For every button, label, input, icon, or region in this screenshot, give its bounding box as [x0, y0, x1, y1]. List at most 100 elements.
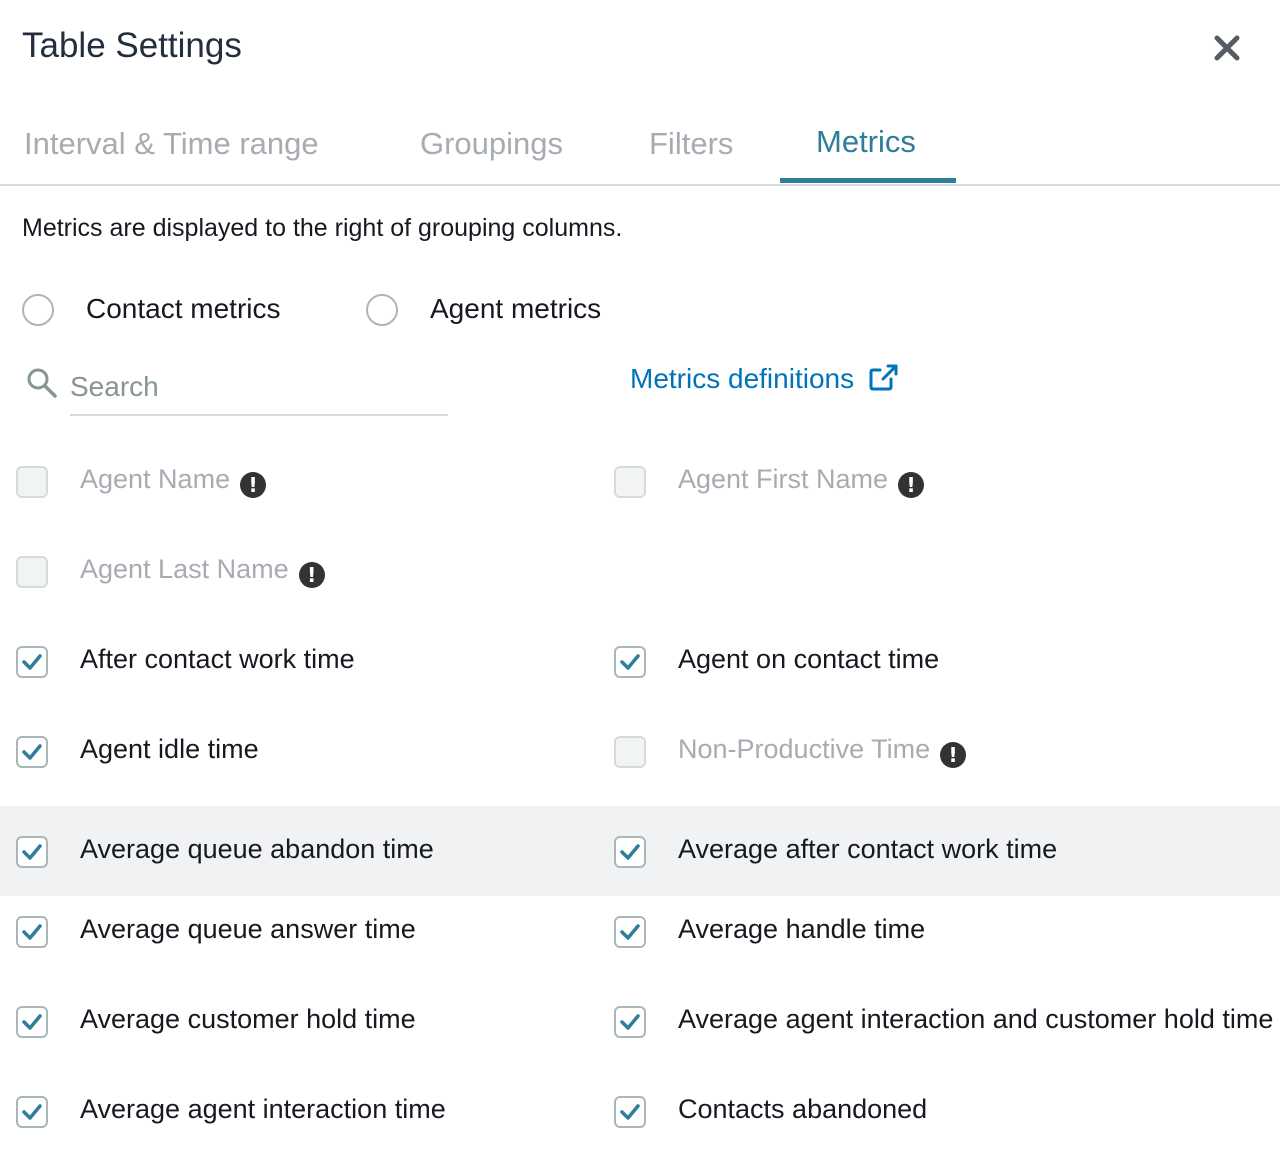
checkmark-icon — [620, 1104, 640, 1120]
tab-filters[interactable]: Filters — [649, 126, 733, 162]
metric-label[interactable]: Average agent interaction and customer h… — [678, 1004, 1273, 1035]
tab-metrics[interactable]: Metrics — [816, 124, 916, 160]
tab-groupings[interactable]: Groupings — [420, 126, 563, 162]
metric-label-text: Average after contact work time — [678, 834, 1058, 864]
metric-checkbox[interactable] — [614, 836, 646, 868]
metrics-row: Average customer hold time Average agent … — [0, 976, 1280, 1066]
metric-item: Average after contact work time — [614, 806, 1280, 896]
metric-checkbox[interactable] — [16, 646, 48, 678]
metric-label-text: Agent idle time — [80, 734, 259, 764]
metric-item: Average agent interaction time — [16, 1066, 606, 1156]
metric-checkbox[interactable] — [16, 1006, 48, 1038]
checkmark-icon — [22, 844, 42, 860]
contact-metrics-radio[interactable] — [22, 294, 54, 326]
search-icon — [27, 368, 57, 398]
metric-label-text: Average queue abandon time — [80, 834, 434, 864]
active-tab-indicator — [780, 178, 956, 183]
metric-item: Agent on contact time — [614, 616, 1280, 706]
metric-label-text: After contact work time — [80, 644, 355, 674]
metric-label[interactable]: After contact work time — [80, 644, 355, 675]
metric-label-text: Contacts abandoned — [678, 1094, 928, 1124]
warning-icon[interactable]: ! — [898, 472, 925, 498]
metric-label-text: Agent on contact time — [678, 644, 940, 674]
metric-label: Agent Name! — [80, 464, 267, 498]
metric-checkbox[interactable] — [614, 916, 646, 948]
metrics-row: Average queue answer time Average handle … — [0, 886, 1280, 976]
metric-checkbox[interactable] — [614, 646, 646, 678]
metric-label-text: Average agent interaction and customer h… — [678, 1004, 1274, 1034]
metric-item: Average handle time — [614, 886, 1280, 976]
checkmark-icon — [620, 844, 640, 860]
metric-item: Average agent interaction and customer h… — [614, 976, 1280, 1066]
metrics-row: Average agent interaction time Contacts a… — [0, 1066, 1280, 1156]
metric-item: Average customer hold time — [16, 976, 606, 1066]
metric-label[interactable]: Contacts abandoned — [678, 1094, 927, 1125]
metrics-definitions-link[interactable]: Metrics definitions — [630, 363, 898, 395]
checkmark-icon — [22, 654, 42, 670]
metric-checkbox[interactable] — [16, 1096, 48, 1128]
metric-checkbox — [614, 466, 646, 498]
metrics-definitions-label: Metrics definitions — [630, 363, 855, 394]
metric-label-text: Agent First Name — [678, 464, 889, 494]
metric-item: Non-Productive Time! — [614, 706, 1280, 796]
metric-label-text: Average agent interaction time — [80, 1094, 446, 1124]
metric-checkbox[interactable] — [16, 736, 48, 768]
checkmark-icon — [22, 744, 42, 760]
checkmark-icon — [620, 654, 640, 670]
metric-label[interactable]: Average handle time — [678, 914, 925, 945]
metric-label[interactable]: Agent on contact time — [678, 644, 939, 675]
warning-icon[interactable]: ! — [240, 472, 267, 498]
metric-item: Agent First Name! — [614, 436, 1280, 526]
metric-checkbox — [16, 556, 48, 588]
metric-item: After contact work time — [16, 616, 606, 706]
modal-title: Table Settings — [22, 26, 242, 65]
agent-metrics-label[interactable]: Agent metrics — [430, 293, 601, 325]
metric-item: Contacts abandoned — [614, 1066, 1280, 1156]
metric-item: Average queue answer time — [16, 886, 606, 976]
metric-item: Agent Name! — [16, 436, 606, 526]
close-icon — [1214, 35, 1240, 61]
checkmark-icon — [22, 1014, 42, 1030]
tab-interval-time-range[interactable]: Interval & Time range — [24, 126, 319, 162]
metric-item: Agent idle time — [16, 706, 606, 796]
metric-label[interactable]: Average after contact work time — [678, 834, 1057, 865]
search-input[interactable] — [70, 360, 448, 416]
metric-label-text: Average queue answer time — [80, 914, 416, 944]
metrics-row: Agent idle time Non-Productive Time! — [0, 706, 1280, 796]
metric-label[interactable]: Average queue abandon time — [80, 834, 434, 865]
metric-item: Agent Last Name! — [16, 526, 606, 616]
metrics-description: Metrics are displayed to the right of gr… — [22, 214, 623, 242]
metric-checkbox[interactable] — [16, 916, 48, 948]
close-button[interactable] — [1212, 30, 1242, 64]
metric-checkbox — [614, 736, 646, 768]
metric-label-text: Average customer hold time — [80, 1004, 416, 1034]
metrics-row: Average queue abandon time Average after … — [0, 806, 1280, 896]
checkmark-icon — [22, 1104, 42, 1120]
contact-metrics-label[interactable]: Contact metrics — [86, 293, 281, 325]
warning-icon[interactable]: ! — [940, 742, 967, 768]
metric-item: Average queue abandon time — [16, 806, 606, 896]
metrics-row: Agent Name! Agent First Name! — [0, 436, 1280, 526]
metric-label-text: Agent Last Name — [80, 554, 289, 584]
metric-checkbox[interactable] — [16, 836, 48, 868]
metric-label-text: Average handle time — [678, 914, 926, 944]
metric-label: Agent Last Name! — [80, 554, 325, 588]
warning-icon[interactable]: ! — [298, 562, 325, 588]
agent-metrics-radio[interactable] — [366, 294, 398, 326]
metric-label[interactable]: Average agent interaction time — [80, 1094, 446, 1125]
checkmark-icon — [22, 924, 42, 940]
external-link-icon — [869, 364, 898, 391]
metric-checkbox[interactable] — [614, 1096, 646, 1128]
metric-checkbox[interactable] — [614, 1006, 646, 1038]
checkmark-icon — [620, 924, 640, 940]
metric-label: Agent First Name! — [678, 464, 925, 498]
metric-label[interactable]: Agent idle time — [80, 734, 259, 765]
metric-label-text: Non-Productive Time — [678, 734, 931, 764]
checkmark-icon — [620, 1014, 640, 1030]
metrics-row: Agent Last Name! — [0, 526, 1280, 616]
metrics-row: After contact work time Agent on contact … — [0, 616, 1280, 706]
metric-label-text: Agent Name — [80, 464, 231, 494]
metric-label[interactable]: Average queue answer time — [80, 914, 416, 945]
metric-label[interactable]: Average customer hold time — [80, 1004, 416, 1035]
metric-checkbox — [16, 466, 48, 498]
